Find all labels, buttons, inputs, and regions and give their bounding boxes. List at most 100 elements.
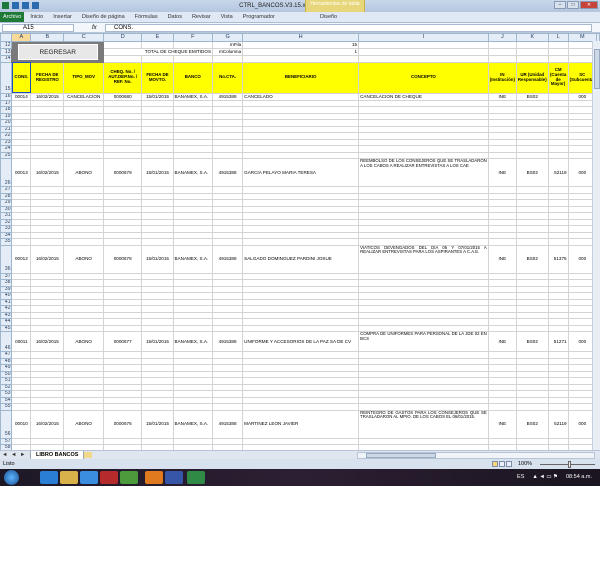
- insert-sheet-icon[interactable]: [84, 452, 92, 458]
- cell[interactable]: REINTEGRO DE GASTOS PARA LOS CONSEJEROS …: [358, 409, 489, 439]
- cell[interactable]: 4915388: [212, 158, 244, 187]
- app-icon[interactable]: [100, 471, 118, 484]
- cell[interactable]: 4915388: [212, 92, 244, 101]
- cell[interactable]: 51375: [547, 244, 569, 274]
- header-cell[interactable]: No.CTA.: [212, 61, 244, 94]
- header-cell[interactable]: CONS.: [11, 61, 32, 94]
- vlc-icon[interactable]: [145, 471, 163, 484]
- cell[interactable]: VIATICOS DEVENGADOS DEL DIA 06 Y 07/01/2…: [358, 244, 489, 274]
- spreadsheet-grid[interactable]: ABCDEFGHIJKLM 12 REGRESAR mFila 15 13 TOT…: [0, 33, 600, 458]
- ie-icon[interactable]: [40, 471, 58, 484]
- cell[interactable]: BANAMEX, S.A.: [172, 331, 214, 352]
- header-cell[interactable]: CHEQ. No. / AUT.DEP.No. / REF. No.: [102, 61, 143, 94]
- cell[interactable]: BANAMEX, S.A.: [172, 244, 214, 274]
- column-header-b[interactable]: B: [30, 33, 65, 42]
- page-break-icon[interactable]: [506, 461, 512, 467]
- cell[interactable]: CANCELACION: [63, 92, 104, 101]
- row-header[interactable]: 12: [0, 41, 13, 49]
- cell[interactable]: CANCELACION DE CHEQUE: [358, 92, 489, 101]
- cell[interactable]: BS02: [515, 92, 549, 101]
- page-layout-icon[interactable]: [499, 461, 505, 467]
- cell[interactable]: 52119: [547, 409, 569, 439]
- header-cell[interactable]: FECHA DE REGISTRO: [30, 61, 65, 94]
- column-header-k[interactable]: K: [515, 33, 549, 42]
- cell[interactable]: ABONO: [63, 331, 104, 352]
- cell[interactable]: 0000678: [102, 244, 143, 274]
- quick-access-toolbar[interactable]: [2, 2, 39, 9]
- cell[interactable]: INE: [487, 331, 517, 352]
- cell[interactable]: 0000679: [102, 158, 143, 187]
- cell[interactable]: 0000677: [102, 331, 143, 352]
- cell[interactable]: COMPRA DE UNIFORMES PARA PERSONAL DE LA …: [358, 331, 489, 352]
- tab-diseno-pagina[interactable]: Diseño de página: [82, 14, 125, 20]
- cell[interactable]: BS02: [515, 331, 549, 352]
- column-header-a[interactable]: A: [11, 33, 32, 42]
- cell[interactable]: BS02: [515, 409, 549, 439]
- cell[interactable]: 00010: [11, 409, 32, 439]
- cell[interactable]: 4915388: [212, 409, 244, 439]
- tab-vista[interactable]: Vista: [221, 14, 233, 20]
- cell[interactable]: BS02: [515, 158, 549, 187]
- tab-archivo[interactable]: Archivo: [0, 12, 25, 22]
- cell[interactable]: 51271: [547, 331, 569, 352]
- formula-input[interactable]: CONS.: [105, 24, 592, 32]
- row-header[interactable]: 26: [0, 158, 13, 187]
- row-header[interactable]: 13: [0, 48, 13, 56]
- column-header-j[interactable]: J: [487, 33, 517, 42]
- cell[interactable]: GARCIA PELAYO MARIA TERESA: [242, 158, 360, 187]
- column-header-d[interactable]: D: [102, 33, 143, 42]
- cell[interactable]: BANAMEX, S.A.: [172, 409, 214, 439]
- scroll-thumb[interactable]: [594, 49, 600, 89]
- cell[interactable]: INE: [487, 92, 517, 101]
- row-header[interactable]: 16: [0, 92, 13, 101]
- cell[interactable]: UNIFORME Y ACCESORIOS DE LA PAZ SA DE CV: [242, 331, 360, 352]
- cell[interactable]: 16/02/2015: [30, 244, 65, 274]
- maximize-button[interactable]: □: [567, 1, 579, 9]
- cell[interactable]: REEMBOLSO DE LOS CONSEJEROS QUE SE TRASL…: [358, 158, 489, 187]
- cell[interactable]: BANAMEX, S.A.: [172, 92, 214, 101]
- column-header-f[interactable]: F: [172, 33, 214, 42]
- horizontal-scrollbar[interactable]: [357, 452, 595, 459]
- cell[interactable]: 15/01/2015: [141, 158, 174, 187]
- cell[interactable]: SALGADO DOMINGUEZ PARDINI JOSUE: [242, 244, 360, 274]
- column-header-h[interactable]: H: [242, 33, 360, 42]
- cell[interactable]: INE: [487, 244, 517, 274]
- normal-view-icon[interactable]: [492, 461, 498, 467]
- tab-inicio[interactable]: Inicio: [30, 14, 43, 20]
- excel-taskbar-icon[interactable]: [187, 471, 205, 484]
- minimize-button[interactable]: –: [554, 1, 566, 9]
- cell[interactable]: 0000680: [102, 92, 143, 101]
- scroll-thumb[interactable]: [366, 453, 436, 458]
- column-header-c[interactable]: C: [63, 33, 104, 42]
- tray-icons[interactable]: ▲ ◄ ▭ ⚑: [532, 469, 558, 486]
- cell[interactable]: BANAMEX, S.A.: [172, 158, 214, 187]
- cell[interactable]: ABONO: [63, 244, 104, 274]
- cell[interactable]: 16/02/2015: [30, 409, 65, 439]
- header-cell[interactable]: CONCEPTO: [358, 61, 489, 94]
- cell[interactable]: 00011: [11, 331, 32, 352]
- tab-formulas[interactable]: Fórmulas: [135, 14, 158, 20]
- row-header[interactable]: 36: [0, 244, 13, 274]
- select-all-corner[interactable]: [0, 33, 13, 42]
- word-icon[interactable]: [165, 471, 183, 484]
- column-header-e[interactable]: E: [141, 33, 174, 42]
- row-header[interactable]: 15: [0, 61, 13, 94]
- name-box[interactable]: A15: [2, 24, 74, 32]
- cell[interactable]: 16/02/2015: [30, 92, 65, 101]
- regresar-button[interactable]: REGRESAR: [17, 43, 98, 60]
- column-header-g[interactable]: G: [212, 33, 244, 42]
- cell[interactable]: INE: [487, 409, 517, 439]
- cell[interactable]: 4915388: [212, 244, 244, 274]
- cell[interactable]: INE: [487, 158, 517, 187]
- cell[interactable]: 00012: [11, 244, 32, 274]
- tab-revisar[interactable]: Revisar: [192, 14, 211, 20]
- undo-icon[interactable]: [22, 2, 29, 9]
- cell[interactable]: 15/01/2015: [141, 244, 174, 274]
- header-cell[interactable]: IN (Institución): [487, 61, 517, 94]
- tab-diseno[interactable]: Diseño: [320, 14, 337, 20]
- column-header-i[interactable]: I: [358, 33, 489, 42]
- cell[interactable]: 15/01/2015: [141, 92, 174, 101]
- cell[interactable]: 00013: [11, 158, 32, 187]
- cell[interactable]: 0000676: [102, 409, 143, 439]
- save-icon[interactable]: [12, 2, 19, 9]
